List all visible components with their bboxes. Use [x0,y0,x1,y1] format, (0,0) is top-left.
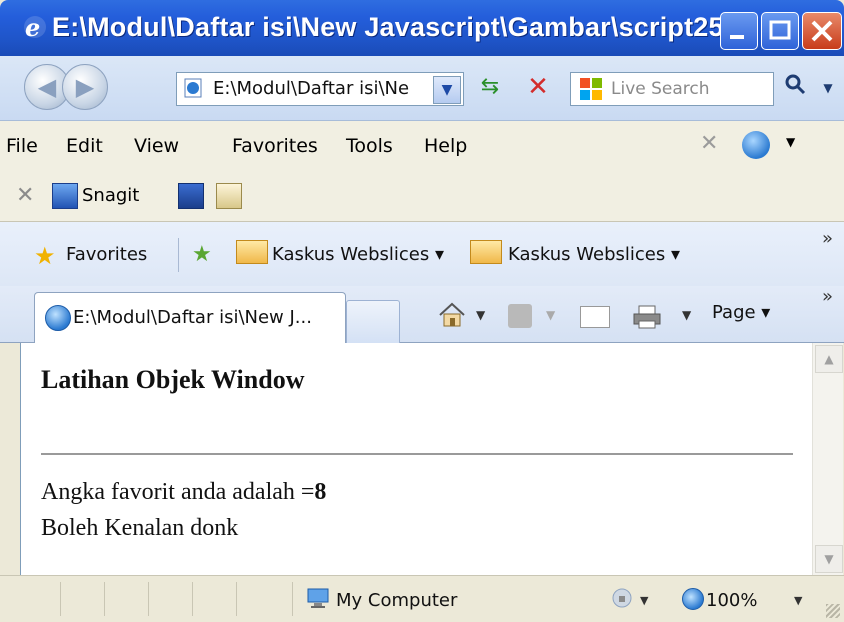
favorite-number-label: Angka favorit anda adalah = [41,479,315,505]
ie-icon: e [24,14,46,40]
feeds-dropdown-icon[interactable]: ▼ [546,308,555,322]
toolbar-separator [178,238,179,272]
address-dropdown-button[interactable]: ▼ [433,76,461,104]
status-bar: My Computer ▼ 100% ▼ [0,575,844,622]
maximize-icon [769,20,791,40]
minimize-icon [730,35,744,39]
svg-text:e: e [25,14,40,40]
forward-button[interactable]: ▶ [62,64,108,110]
protected-mode-icon[interactable] [610,586,634,610]
ie-page-icon [45,305,71,331]
navigation-bar: ◀ ▶ E:\Modul\Daftar isi\Ne ▼ ⇆ ✕ Live Se… [0,56,844,121]
protected-mode-dropdown-icon[interactable]: ▼ [640,594,648,607]
close-snagit-icon[interactable]: ✕ [16,183,34,208]
search-button[interactable] [780,72,810,104]
snagit-capture-icon[interactable] [178,183,204,209]
snagit-icon[interactable] [52,183,78,209]
greeting-text: Boleh Kenalan donk [41,515,239,541]
page-heading: Latihan Objek Window [41,365,305,394]
new-tab-button[interactable] [346,300,400,343]
stop-button[interactable]: ✕ [518,72,558,102]
resize-grip[interactable] [826,604,840,618]
status-segment [148,582,193,616]
close-button[interactable] [802,12,842,50]
page-icon [184,78,202,98]
close-toolbar-icon[interactable]: ✕ [700,131,718,156]
vertical-scrollbar[interactable]: ▲ ▼ [812,343,843,575]
zoom-level[interactable]: 100% [706,590,757,611]
address-input[interactable]: E:\Modul\Daftar isi\Ne [213,78,425,99]
search-dropdown-button[interactable]: ▼ [816,72,840,104]
security-zone-label: My Computer [336,590,458,611]
globe-dropdown-icon[interactable]: ▼ [786,135,795,149]
menu-help[interactable]: Help [424,135,467,157]
address-bar[interactable]: E:\Modul\Daftar isi\Ne ▼ [176,72,464,106]
zoom-icon[interactable] [682,588,704,610]
snagit-toolbar: ✕ Snagit [0,171,844,222]
snagit-editor-icon[interactable] [216,183,242,209]
status-segment [60,582,105,616]
menu-edit[interactable]: Edit [66,135,103,157]
feeds-icon[interactable] [508,304,532,328]
title-bar: e E:\Modul\Daftar isi\New Javascript\Gam… [0,0,844,56]
tab-row: E:\Modul\Daftar isi\New J... ▼ ▼ ▼ Page … [0,286,844,343]
menu-bar: File Edit View Favorites Tools Help ✕ ▼ [0,121,844,171]
page-content: Latihan Objek Window Angka favorit anda … [20,343,813,575]
print-dropdown-icon[interactable]: ▼ [682,308,691,322]
status-segment [192,582,237,616]
close-icon [811,20,833,42]
home-dropdown-icon[interactable]: ▼ [476,308,485,322]
status-segment [236,582,293,616]
maximize-button[interactable] [761,12,799,50]
menu-view[interactable]: View [134,135,179,157]
favorite-number-text: Angka favorit anda adalah =8 [41,479,326,506]
menu-tools[interactable]: Tools [346,135,393,157]
scroll-up-button[interactable]: ▲ [815,345,843,373]
more-commands-chevron-icon[interactable]: » [822,286,833,307]
favorites-button[interactable]: Favorites [66,244,147,265]
browser-window: e E:\Modul\Daftar isi\New Javascript\Gam… [0,0,844,622]
tab-active[interactable]: E:\Modul\Daftar isi\New J... [34,292,346,343]
minimize-button[interactable] [720,12,758,50]
status-segment [104,582,149,616]
print-icon[interactable] [632,304,662,330]
snagit-label[interactable]: Snagit [82,185,139,206]
webslice-item[interactable]: Kaskus Webslices ▾ [272,244,444,265]
favorite-number-value: 8 [314,479,327,505]
computer-icon [307,588,329,608]
menu-favorites[interactable]: Favorites [232,135,318,157]
search-box[interactable]: Live Search [570,72,774,106]
tab-label: E:\Modul\Daftar isi\New J... [73,307,312,328]
favorites-bar: ★ Favorites ★ Kaskus Webslices ▾ Kaskus … [0,222,844,286]
search-input[interactable]: Live Search [611,79,710,99]
scroll-down-button[interactable]: ▼ [815,545,843,573]
refresh-button[interactable]: ⇆ [470,74,510,104]
webslice-item[interactable]: Kaskus Webslices ▾ [508,244,680,265]
window-title: E:\Modul\Daftar isi\New Javascript\Gamba… [52,12,755,42]
favorites-star-icon[interactable]: ★ [34,242,56,270]
magnifier-icon [785,74,806,95]
add-favorites-icon[interactable]: ★ [192,242,212,267]
webslice-icon [470,240,502,264]
webslice-icon [236,240,268,264]
horizontal-rule [41,453,793,455]
menu-file[interactable]: File [6,135,38,157]
globe-icon[interactable] [742,131,770,159]
read-mail-icon[interactable] [580,306,610,328]
page-menu-button[interactable]: Page ▾ [712,302,770,323]
home-icon[interactable] [438,302,466,328]
status-segment [0,582,61,616]
live-search-icon [580,78,602,100]
more-chevron-icon[interactable]: » [822,228,833,249]
zoom-dropdown-icon[interactable]: ▼ [794,594,802,607]
forward-arrow-icon: ▶ [75,73,95,101]
